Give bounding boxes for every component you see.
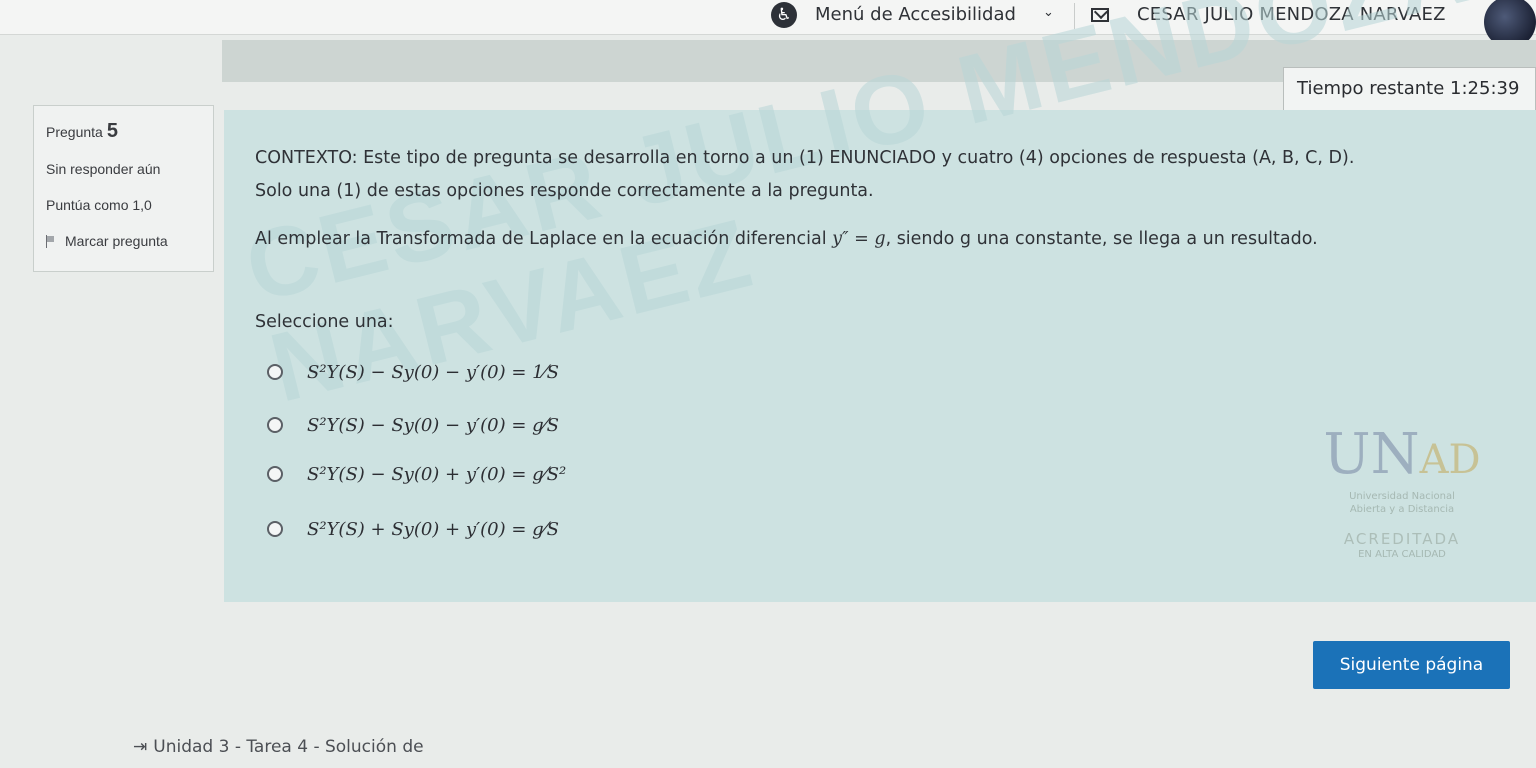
option-text: S²Y(S) − Sy(0) + y′(0) = g⁄S² (307, 463, 567, 485)
flag-question-label: Marcar pregunta (65, 233, 168, 249)
top-navbar: ♿ Menú de Accesibilidad ⌄ CESAR JULIO ME… (0, 0, 1536, 48)
question-label: Pregunta (46, 124, 103, 140)
question-number: 5 (106, 120, 118, 142)
question-grade: Puntúa como 1,0 (46, 197, 152, 213)
context-line2: Solo una (1) de estas opciones responde … (255, 181, 874, 201)
flag-icon (46, 234, 55, 248)
radio-button[interactable] (267, 417, 283, 433)
logo-mark-main: UN (1323, 422, 1420, 487)
radio-button[interactable] (267, 466, 283, 482)
flag-question-link[interactable]: Marcar pregunta (46, 233, 213, 249)
logo-mark: UNAD (1302, 425, 1502, 490)
logo-accredited: ACREDITADA (1343, 530, 1461, 548)
accessibility-icon[interactable]: ♿ (771, 2, 797, 28)
option-text: S²Y(S) − Sy(0) − y′(0) = 1⁄S (307, 361, 559, 383)
previous-activity-link[interactable]: ⇥ Unidad 3 - Tarea 4 - Solución de (133, 737, 424, 757)
timer-label: Tiempo restante (1297, 78, 1445, 99)
university-logo: UNAD Universidad Nacional Abierta y a Di… (1302, 425, 1502, 575)
logo-mark-accent: AD (1419, 437, 1481, 483)
chevron-down-icon[interactable]: ⌄ (1043, 5, 1054, 20)
time-remaining: Tiempo restante 1:25:39 (1283, 67, 1536, 111)
radio-button[interactable] (267, 364, 283, 380)
question-status: Sin responder aún (46, 161, 161, 177)
arrow-left-icon: ⇥ (133, 737, 148, 757)
question-info: Pregunta 5 Sin responder aún Puntúa como … (33, 105, 214, 272)
accessibility-menu[interactable]: Menú de Accesibilidad (815, 4, 1016, 25)
message-icon[interactable] (1091, 8, 1109, 22)
timer-value: 1:25:39 (1450, 78, 1520, 99)
navbar-divider (1074, 3, 1075, 29)
logo-quality: EN ALTA CALIDAD (1358, 549, 1446, 560)
option-text: S²Y(S) + Sy(0) + y′(0) = g⁄S (307, 518, 559, 540)
context-line1: CONTEXTO: Este tipo de pregunta se desar… (255, 148, 1355, 168)
statement-after: , siendo g una constante, se llega a un … (885, 229, 1318, 249)
logo-line1: Universidad Nacional (1349, 491, 1455, 502)
question-statement: Al emplear la Transformada de Laplace en… (255, 229, 1318, 249)
answer-option[interactable]: S²Y(S) + Sy(0) + y′(0) = g⁄S (267, 514, 559, 544)
answer-option[interactable]: S²Y(S) − Sy(0) + y′(0) = g⁄S² (267, 459, 566, 489)
select-label: Seleccione una: (255, 312, 394, 332)
next-page-button[interactable]: Siguiente página (1313, 641, 1510, 689)
radio-button[interactable] (267, 521, 283, 537)
previous-activity-label: Unidad 3 - Tarea 4 - Solución de (153, 737, 424, 757)
answer-option[interactable]: S²Y(S) − Sy(0) − y′(0) = g⁄S (267, 410, 559, 440)
user-name[interactable]: CESAR JULIO MENDOZA NARVAEZ (1137, 4, 1446, 25)
statement-before: Al emplear la Transformada de Laplace en… (255, 229, 827, 249)
logo-line2: Abierta y a Distancia (1349, 504, 1455, 515)
statement-math: y″ = g (832, 229, 886, 249)
answer-option[interactable]: S²Y(S) − Sy(0) − y′(0) = 1⁄S (267, 357, 559, 387)
option-text: S²Y(S) − Sy(0) − y′(0) = g⁄S (307, 414, 559, 436)
